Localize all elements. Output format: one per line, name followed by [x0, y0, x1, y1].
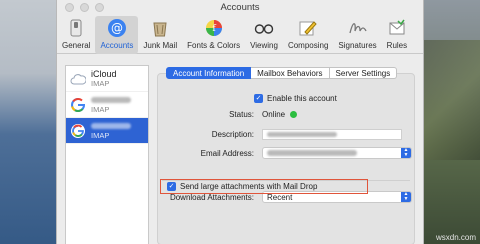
enable-account-label: Enable this account [267, 94, 337, 103]
cloud-icon [70, 71, 86, 87]
color-wheel-icon: f [204, 18, 224, 38]
description-field[interactable] [262, 129, 402, 140]
toolbar-general-label: General [62, 41, 91, 50]
account-google-2[interactable]: IMAP [66, 118, 148, 144]
status-value: Online [262, 110, 286, 119]
toolbar-viewing[interactable]: Viewing [245, 16, 283, 54]
account-google-1[interactable]: IMAP [66, 92, 148, 118]
toolbar-general[interactable]: General [57, 16, 95, 54]
toolbar-junk-mail-label: Junk Mail [143, 41, 178, 50]
redacted-description [267, 132, 337, 137]
toolbar-rules-label: Rules [386, 41, 408, 50]
account-type: IMAP [91, 78, 110, 88]
svg-text:@: @ [111, 21, 123, 35]
toolbar-viewing-label: Viewing [250, 41, 278, 50]
envelope-rules-icon [387, 18, 407, 38]
tab-mailbox-behaviors[interactable]: Mailbox Behaviors [251, 67, 330, 79]
toolbar-accounts[interactable]: @ Accounts [95, 16, 139, 54]
mail-drop-checkbox[interactable]: ✓ [167, 182, 176, 191]
toolbar-composing[interactable]: Composing [283, 16, 333, 54]
redacted-email [267, 150, 357, 156]
toolbar-rules[interactable]: Rules [382, 16, 412, 54]
accounts-window: Accounts General @ Accounts Junk Mail f … [56, 0, 424, 244]
toolbar-fonts-colors[interactable]: f Fonts & Colors [182, 16, 245, 54]
email-address-select[interactable]: ▲ ▼ [262, 147, 412, 159]
account-name: iCloud [91, 68, 117, 79]
mail-drop-label: Send large attachments with Mail Drop [180, 182, 318, 191]
window-controls [65, 3, 104, 12]
email-address-label: Email Address: [200, 149, 254, 158]
switch-icon [66, 18, 86, 38]
redacted-account-name [91, 96, 131, 103]
toolbar-signatures[interactable]: Signatures [333, 16, 381, 54]
preferences-toolbar: General @ Accounts Junk Mail f Fonts & C… [57, 16, 423, 54]
status-label: Status: [229, 110, 254, 119]
pencil-icon [298, 18, 318, 38]
toolbar-accounts-label: Accounts [100, 41, 134, 50]
toolbar-fonts-colors-label: Fonts & Colors [187, 41, 241, 50]
title-bar: Accounts [57, 0, 423, 16]
mail-drop-row[interactable]: ✓ Send large attachments with Mail Drop [167, 182, 317, 191]
toolbar-composing-label: Composing [287, 41, 329, 50]
close-button[interactable] [65, 3, 74, 12]
window-title: Accounts [220, 2, 260, 13]
zoom-button[interactable] [95, 3, 104, 12]
chevron-updown-icon: ▲ ▼ [401, 192, 411, 202]
account-type: IMAP [91, 130, 110, 140]
glasses-icon [254, 18, 274, 38]
settings-tabs: Account Information Mailbox Behaviors Se… [166, 67, 398, 79]
account-type: IMAP [91, 104, 110, 114]
status-value-row: Online [262, 110, 298, 119]
description-label: Description: [211, 130, 254, 139]
at-sign-icon: @ [107, 18, 127, 38]
accounts-content: iCloud IMAP IMAP IMAP ✓ Enable this acco… [57, 55, 423, 244]
tab-server-settings[interactable]: Server Settings [329, 67, 398, 79]
junk-bin-icon [150, 18, 170, 38]
chevron-updown-icon: ▲ ▼ [401, 148, 411, 158]
desktop-wallpaper-left [0, 0, 56, 244]
online-status-icon [290, 111, 298, 118]
enable-account-row[interactable]: ✓ Enable this account [254, 94, 337, 103]
toolbar-signatures-label: Signatures [338, 41, 377, 50]
accounts-list: iCloud IMAP IMAP IMAP [65, 65, 149, 244]
tab-account-information[interactable]: Account Information [166, 67, 252, 79]
signature-icon [348, 18, 368, 38]
minimize-button[interactable] [80, 3, 89, 12]
account-information-panel: ✓ Enable this account Status: Online Des… [157, 73, 415, 244]
watermark: wsxdn.com [435, 233, 476, 242]
desktop-wallpaper-right [424, 0, 480, 244]
download-attachments-label: Download Attachments: [169, 193, 254, 202]
google-icon [70, 97, 86, 113]
account-icloud[interactable]: iCloud IMAP [66, 66, 148, 92]
enable-account-checkbox[interactable]: ✓ [254, 94, 263, 103]
redacted-account-name [91, 122, 131, 129]
google-icon [70, 123, 86, 139]
toolbar-junk-mail[interactable]: Junk Mail [138, 16, 182, 54]
